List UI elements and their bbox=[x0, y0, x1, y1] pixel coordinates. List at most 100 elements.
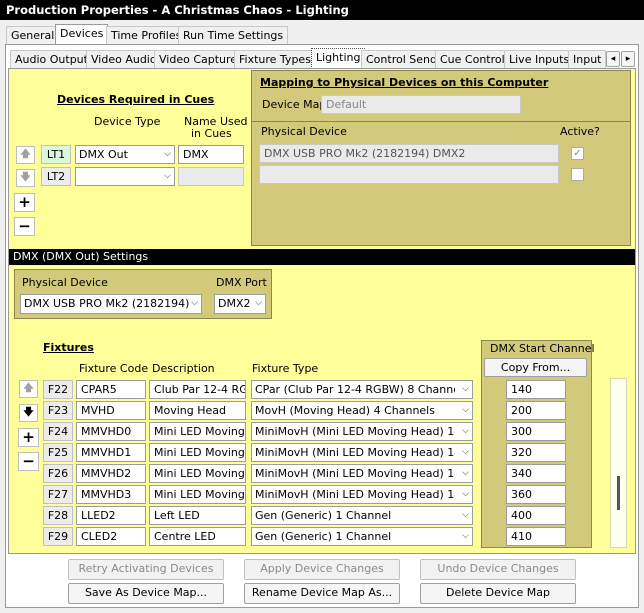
fixture-type-dropdown[interactable]: Gen (Generic) 1 Channel ⌵ bbox=[251, 527, 473, 546]
fixture-code-input[interactable]: MMVHD2 bbox=[76, 464, 146, 483]
dmx-port-dropdown[interactable]: DMX2 ⌵ bbox=[214, 294, 266, 314]
fixture-code-input[interactable]: CPAR5 bbox=[76, 380, 146, 399]
tab-time-profiles[interactable]: Time Profiles bbox=[106, 26, 187, 45]
chevron-down-icon: ⌵ bbox=[164, 171, 171, 181]
device-type-dropdown[interactable]: ⌵ bbox=[75, 167, 175, 186]
devices-required-heading: Devices Required in Cues bbox=[57, 93, 215, 106]
move-down-icon[interactable]: 🡇 bbox=[19, 404, 38, 422]
tab-scroll-right-icon[interactable]: ▸ bbox=[621, 51, 635, 67]
fixture-row-id[interactable]: F28 bbox=[43, 506, 73, 525]
add-device-icon[interactable]: + bbox=[14, 193, 35, 212]
fixture-type-dropdown[interactable]: MiniMovH (Mini LED Moving Head) 14 Chann… bbox=[251, 443, 473, 462]
fixture-row-id[interactable]: F24 bbox=[43, 422, 73, 441]
dmx-start-channel-input[interactable]: 320 bbox=[506, 443, 566, 462]
subtab-lighting[interactable]: Lighting bbox=[311, 48, 366, 69]
tab-general[interactable]: General bbox=[6, 26, 60, 45]
chevron-down-icon: ⌵ bbox=[462, 447, 469, 457]
fixture-description-input[interactable]: Left LED bbox=[149, 506, 246, 525]
copy-from-button[interactable]: Copy From... bbox=[484, 358, 587, 377]
description-column-header: Description bbox=[152, 362, 215, 375]
rename-device-map-button[interactable]: Rename Device Map As... bbox=[244, 583, 400, 604]
fixture-code-input[interactable]: LLED2 bbox=[76, 506, 146, 525]
dmx-start-channel-input[interactable]: 140 bbox=[506, 380, 566, 399]
fixture-code-input[interactable]: MMVHD1 bbox=[76, 443, 146, 462]
fixture-type-column-header: Fixture Type bbox=[252, 362, 319, 375]
save-as-device-map-button[interactable]: Save As Device Map... bbox=[68, 583, 224, 604]
fixture-type-value: Gen (Generic) 1 Channel bbox=[255, 530, 392, 543]
fixture-type-value: Gen (Generic) 1 Channel bbox=[255, 509, 392, 522]
fixture-row-id[interactable]: F26 bbox=[43, 464, 73, 483]
chevron-down-icon: ⌵ bbox=[462, 468, 469, 478]
subtab-input-groups[interactable]: Input G bbox=[568, 50, 606, 69]
dmx-start-column-header: DMX Start Channel bbox=[490, 342, 595, 355]
move-up-icon[interactable]: 🡅 bbox=[16, 146, 35, 164]
dmx-start-channel-input[interactable]: 360 bbox=[506, 485, 566, 504]
physical-device-dropdown[interactable]: DMX USB PRO Mk2 (2182194) ⌵ bbox=[20, 294, 202, 314]
dmx-start-channel-input[interactable]: 200 bbox=[506, 401, 566, 420]
fixture-code-input[interactable]: MMVHD3 bbox=[76, 485, 146, 504]
dmx-start-channel-input[interactable]: 410 bbox=[506, 527, 566, 546]
fixture-code-input[interactable]: CLED2 bbox=[76, 527, 146, 546]
dmx-start-channel-input[interactable]: 340 bbox=[506, 464, 566, 483]
device-map-input[interactable]: Default bbox=[321, 95, 521, 114]
subtab-control-send[interactable]: Control Send bbox=[361, 50, 442, 69]
active-checkbox[interactable] bbox=[571, 168, 584, 181]
physical-device-field[interactable]: DMX USB PRO Mk2 (2182194) DMX2 bbox=[259, 144, 559, 163]
mapping-heading: Mapping to Physical Devices on this Comp… bbox=[260, 76, 549, 89]
fixtures-scrollbar-thumb[interactable] bbox=[617, 476, 620, 510]
fixture-type-dropdown[interactable]: CPar (Club Par 12-4 RGBW) 8 Channels ⌵ bbox=[251, 380, 473, 399]
subtab-video-capture[interactable]: Video Capture bbox=[154, 50, 243, 69]
fixtures-scrollbar[interactable] bbox=[610, 378, 627, 548]
tab-run-time-settings[interactable]: Run Time Settings bbox=[178, 26, 289, 45]
fixture-description-input[interactable]: Mini LED Moving Head bbox=[149, 422, 246, 441]
fixture-type-dropdown[interactable]: MiniMovH (Mini LED Moving Head) 14 Chann… bbox=[251, 422, 473, 441]
subtab-audio-output[interactable]: Audio Output bbox=[10, 50, 93, 69]
undo-device-changes-button[interactable]: Undo Device Changes bbox=[420, 559, 576, 580]
fixture-description-input[interactable]: Club Par 12-4 RGBW bbox=[149, 380, 246, 399]
tab-devices[interactable]: Devices bbox=[55, 24, 109, 45]
device-row-id[interactable]: LT2 bbox=[41, 167, 71, 186]
fixture-row-id[interactable]: F29 bbox=[43, 527, 73, 546]
chevron-down-icon: ⌵ bbox=[462, 426, 469, 436]
move-up-icon[interactable]: 🡅 bbox=[19, 380, 38, 398]
subtab-live-inputs[interactable]: Live Inputs bbox=[504, 50, 575, 69]
device-type-dropdown[interactable]: DMX Out ⌵ bbox=[75, 145, 175, 164]
dmx-start-channel-input[interactable]: 300 bbox=[506, 422, 566, 441]
subtab-cue-control[interactable]: Cue Control bbox=[435, 50, 510, 69]
fixture-row-id[interactable]: F27 bbox=[43, 485, 73, 504]
fixture-type-dropdown[interactable]: MiniMovH (Mini LED Moving Head) 14 Chann… bbox=[251, 485, 473, 504]
fixture-type-dropdown[interactable]: MovH (Moving Head) 4 Channels ⌵ bbox=[251, 401, 473, 420]
device-type-column-header: Device Type bbox=[94, 115, 161, 128]
tab-scroll-left-icon[interactable]: ◂ bbox=[606, 51, 620, 67]
retry-activating-devices-button[interactable]: Retry Activating Devices bbox=[68, 559, 224, 580]
remove-fixture-icon[interactable]: − bbox=[18, 452, 39, 471]
active-checkbox[interactable]: ✓ bbox=[571, 147, 584, 160]
fixture-description-input[interactable]: Centre LED bbox=[149, 527, 246, 546]
device-name-input[interactable] bbox=[178, 167, 244, 186]
subtab-fixture-types[interactable]: Fixture Types bbox=[234, 50, 316, 69]
device-name-input[interactable]: DMX bbox=[178, 145, 244, 164]
fixture-row-id[interactable]: F23 bbox=[43, 401, 73, 420]
add-fixture-icon[interactable]: + bbox=[18, 428, 39, 447]
delete-device-map-button[interactable]: Delete Device Map bbox=[420, 583, 576, 604]
dmx-start-channel-input[interactable]: 400 bbox=[506, 506, 566, 525]
device-row-id[interactable]: LT1 bbox=[41, 145, 71, 164]
fixture-type-dropdown[interactable]: MiniMovH (Mini LED Moving Head) 14 Chann… bbox=[251, 464, 473, 483]
fixture-row-id[interactable]: F22 bbox=[43, 380, 73, 399]
fixture-description-input[interactable]: Moving Head bbox=[149, 401, 246, 420]
fixture-description-input[interactable]: Mini LED Moving Head bbox=[149, 443, 246, 462]
fixture-description-input[interactable]: Mini LED Moving Head bbox=[149, 485, 246, 504]
subtab-video-audio[interactable]: Video Audio bbox=[86, 50, 162, 69]
physical-device-field[interactable] bbox=[259, 165, 559, 184]
apply-device-changes-button[interactable]: Apply Device Changes bbox=[244, 559, 400, 580]
chevron-down-icon: ⌵ bbox=[462, 384, 469, 394]
window-title: Production Properties - A Christmas Chao… bbox=[0, 0, 644, 20]
fixture-description-input[interactable]: Mini LED Moving Head bbox=[149, 464, 246, 483]
remove-device-icon[interactable]: − bbox=[14, 217, 35, 236]
move-down-icon[interactable]: 🡇 bbox=[16, 169, 35, 187]
fixture-code-input[interactable]: MVHD bbox=[76, 401, 146, 420]
fixture-row-id[interactable]: F25 bbox=[43, 443, 73, 462]
fixture-type-dropdown[interactable]: Gen (Generic) 1 Channel ⌵ bbox=[251, 506, 473, 525]
fixture-code-input[interactable]: MMVHD0 bbox=[76, 422, 146, 441]
fixture-type-value: MovH (Moving Head) 4 Channels bbox=[255, 404, 435, 417]
